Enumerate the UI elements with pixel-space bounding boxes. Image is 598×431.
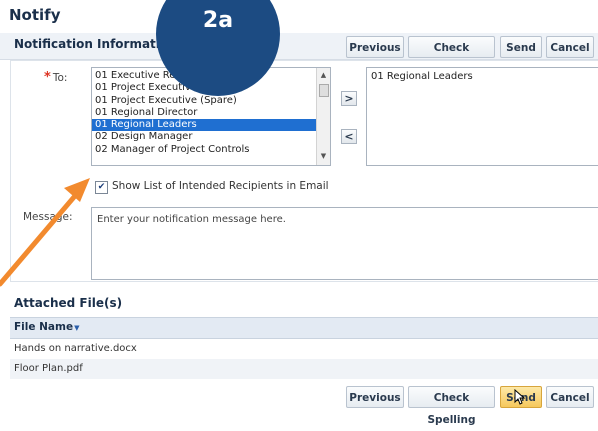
selected-recipient[interactable]: 01 Regional Leaders [367, 68, 598, 85]
message-label: Message: [23, 211, 73, 223]
list-item[interactable]: 02 Design Manager [92, 131, 330, 143]
selected-recipients-box[interactable]: 01 Regional Leaders [366, 67, 598, 166]
listbox-scrollbar[interactable]: ▲ ▼ [316, 68, 330, 165]
previous-button-bottom[interactable]: Previous [346, 386, 404, 408]
to-label: * To: [44, 70, 67, 85]
page-title: Notify [9, 6, 61, 24]
mouse-cursor-icon [514, 389, 526, 405]
show-list-checkbox[interactable]: ✔ [95, 181, 108, 194]
remove-recipient-button[interactable]: < [341, 129, 357, 144]
table-row[interactable]: Floor Plan.pdf [10, 359, 598, 379]
check-spelling-button-top[interactable]: Check Spelling [408, 36, 495, 76]
scroll-up-arrow-icon[interactable]: ▲ [317, 71, 330, 79]
message-textarea[interactable]: Enter your notification message here. [91, 207, 598, 280]
file-table-header[interactable]: File Name▼ [10, 317, 598, 339]
add-recipient-button[interactable]: > [341, 91, 357, 106]
check-spelling-button-bottom[interactable]: Check Spelling [408, 386, 495, 426]
previous-button-top[interactable]: Previous [346, 36, 404, 58]
file-name-cell[interactable]: Floor Plan.pdf [14, 363, 83, 374]
list-item[interactable]: 01 Regional Director [92, 107, 330, 119]
table-row[interactable]: Hands on narrative.docx [10, 339, 598, 359]
file-name-cell[interactable]: Hands on narrative.docx [14, 343, 137, 354]
cancel-button-top[interactable]: Cancel [546, 36, 594, 58]
scroll-down-arrow-icon[interactable]: ▼ [317, 152, 330, 160]
list-item[interactable]: 02 Manager of Project Controls [92, 144, 330, 156]
message-placeholder: Enter your notification message here. [97, 214, 286, 225]
to-label-text: To: [52, 72, 68, 84]
attached-files-title: Attached File(s) [14, 296, 123, 310]
scroll-thumb[interactable] [319, 84, 329, 97]
required-marker: * [44, 70, 51, 85]
send-button-top[interactable]: Send [500, 36, 542, 58]
sort-down-icon[interactable]: ▼ [74, 324, 79, 332]
show-list-label: Show List of Intended Recipients in Emai… [112, 180, 329, 192]
list-item-selected[interactable]: 01 Regional Leaders [92, 119, 330, 132]
file-name-column-header[interactable]: File Name▼ [14, 321, 79, 333]
list-item[interactable]: 01 Project Executive (Spare) [92, 95, 330, 107]
section-title: Notification Information [14, 37, 177, 51]
cancel-button-bottom[interactable]: Cancel [546, 386, 594, 408]
